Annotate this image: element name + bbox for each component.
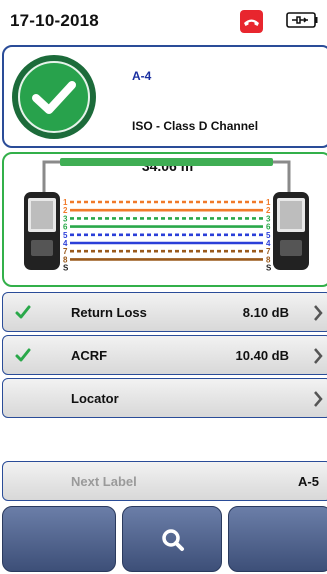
wiremap-panel[interactable]: 34.06 m 12365478S 12365478S [2,152,327,287]
search-icon [162,529,184,551]
measurement-name: ACRF [71,348,108,363]
test-standard-label: ISO - Class D Channel [132,119,259,133]
next-label-value: A-5 [298,474,319,489]
cable-id-label: A-4 [132,69,152,83]
softkey-left[interactable] [2,506,116,572]
chevron-right-icon [312,390,324,408]
measurement-name: Locator [71,391,119,406]
date-text: 17-10-2018 [10,11,99,30]
measurement-name: Return Loss [71,305,147,320]
pass-badge [12,55,96,139]
locator-row[interactable]: Locator [2,378,327,418]
return-loss-row[interactable]: Return Loss 8.10 dB [2,292,327,332]
phone-hangup-icon[interactable] [240,10,263,33]
remote-tester-icon [273,192,309,270]
wiremap-diagram: 12365478S 12365478S [24,158,309,273]
chevron-right-icon [312,347,324,365]
result-panel: A-4 ISO - Class D Channel [2,45,327,148]
chevron-right-icon [312,304,324,322]
main-tester-icon [24,192,60,270]
measurement-value: 10.40 dB [235,348,289,363]
softkey-right[interactable] [228,506,327,572]
softkey-search[interactable] [122,506,222,572]
pin-label-right: S [266,264,272,273]
battery-icon [286,12,318,28]
pass-check-icon [15,347,31,363]
next-label-row[interactable]: Next Label A-5 [2,461,327,501]
check-mark-icon [18,61,90,133]
pin-label-left: S [63,264,69,273]
pass-check-icon [15,304,31,320]
next-label-name: Next Label [71,474,137,489]
status-bar: 17-10-2018 [0,0,327,40]
acrf-row[interactable]: ACRF 10.40 dB [2,335,327,375]
measurement-value: 8.10 dB [242,305,289,320]
